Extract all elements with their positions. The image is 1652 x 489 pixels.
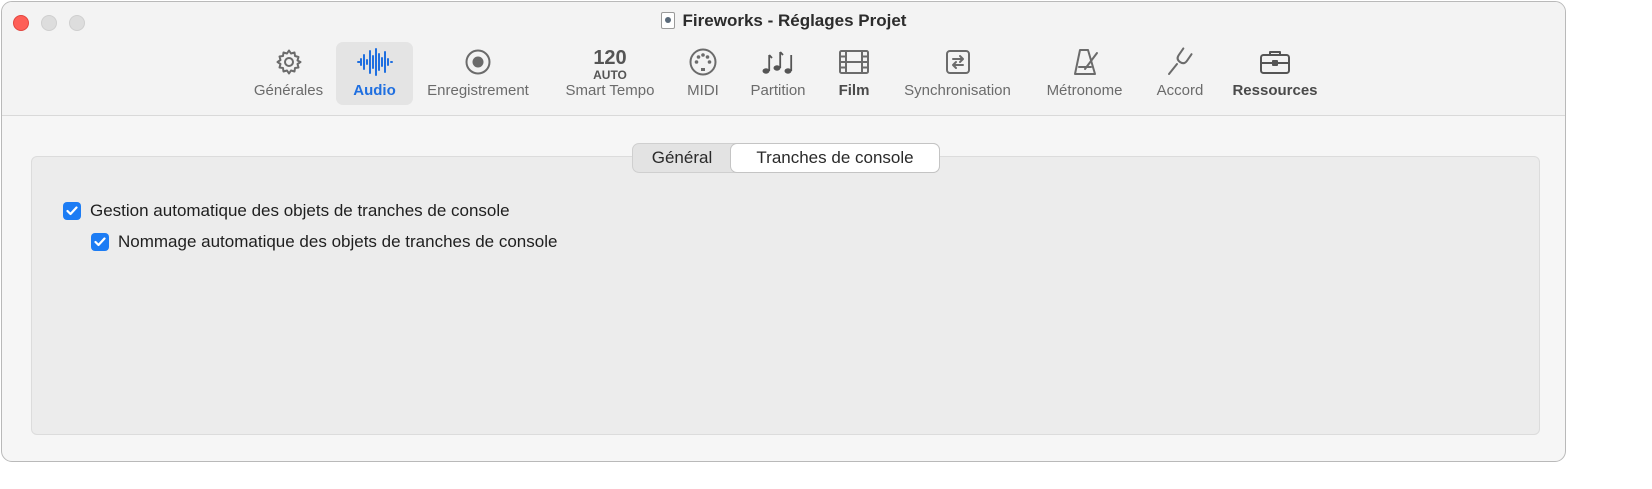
toolbar-label-generales: Générales <box>253 82 324 99</box>
settings-window: Fireworks - Réglages Projet Générales Au… <box>1 1 1566 462</box>
waveform-icon <box>356 42 394 82</box>
toolbar-item-audio[interactable]: Audio <box>336 42 413 105</box>
option-nommage-automatique[interactable]: Nommage automatique des objets de tranch… <box>91 232 557 252</box>
gestion-automatique-label: Gestion automatique des objets de tranch… <box>90 201 510 220</box>
toolbar-label-metronome: Métronome <box>1046 82 1123 99</box>
toolbar-label-enregistrement: Enregistrement <box>427 82 529 99</box>
nommage-automatique-label: Nommage automatique des objets de tranch… <box>118 232 558 251</box>
toolbar-item-metronome[interactable]: Métronome <box>1038 42 1131 105</box>
toolbar-item-partition[interactable]: Partition <box>743 42 813 105</box>
toolbar-label-accord: Accord <box>1156 82 1204 99</box>
midi-icon <box>688 42 718 82</box>
toolbar-label-smart-tempo: Smart Tempo <box>565 82 655 99</box>
toolbar-item-smart-tempo[interactable]: 120 AUTO Smart Tempo <box>558 42 662 105</box>
tab-segmented-control: Général Tranches de console <box>632 143 940 173</box>
checkmark-icon <box>94 237 106 247</box>
film-icon <box>838 42 870 82</box>
toolbar-label-synchronisation: Synchronisation <box>904 82 1011 99</box>
tempo-icon: 120 AUTO <box>593 42 627 82</box>
toolbar-item-midi[interactable]: MIDI <box>680 42 726 105</box>
toolbar-item-generales[interactable]: Générales <box>247 42 330 105</box>
toolbar-label-film: Film <box>838 82 870 99</box>
window-title-text: Fireworks - Réglages Projet <box>682 11 907 30</box>
nommage-automatique-checkbox[interactable] <box>91 233 109 251</box>
metronome-icon <box>1070 42 1100 82</box>
tuning-fork-icon <box>1165 42 1195 82</box>
title-bar: Fireworks - Réglages Projet Générales Au… <box>2 2 1565 116</box>
toolbar-label-audio: Audio <box>353 82 396 99</box>
gear-icon <box>275 42 303 82</box>
toolbar-label-partition: Partition <box>750 82 806 99</box>
notes-icon <box>760 42 796 82</box>
toolbar-label-midi: MIDI <box>687 82 719 99</box>
tab-tranches-de-console[interactable]: Tranches de console <box>731 144 939 172</box>
toolbar-item-ressources[interactable]: Ressources <box>1228 42 1322 105</box>
briefcase-icon <box>1259 42 1291 82</box>
window-title: Fireworks - Réglages Projet <box>2 11 1565 31</box>
tempo-value: 120 <box>593 46 627 69</box>
option-gestion-automatique[interactable]: Gestion automatique des objets de tranch… <box>63 201 510 221</box>
toolbar-item-film[interactable]: Film <box>832 42 876 105</box>
toolbar-item-accord[interactable]: Accord <box>1149 42 1211 105</box>
checkmark-icon <box>66 206 78 216</box>
sync-icon <box>944 42 972 82</box>
tab-general[interactable]: Général <box>633 144 731 172</box>
project-document-icon <box>660 12 675 29</box>
record-icon <box>464 42 492 82</box>
toolbar-label-ressources: Ressources <box>1232 82 1318 99</box>
settings-content-panel <box>31 156 1540 435</box>
gestion-automatique-checkbox[interactable] <box>63 202 81 220</box>
toolbar-item-synchronisation[interactable]: Synchronisation <box>895 42 1020 105</box>
toolbar-item-enregistrement[interactable]: Enregistrement <box>419 42 537 105</box>
tempo-auto-label: AUTO <box>593 67 627 82</box>
